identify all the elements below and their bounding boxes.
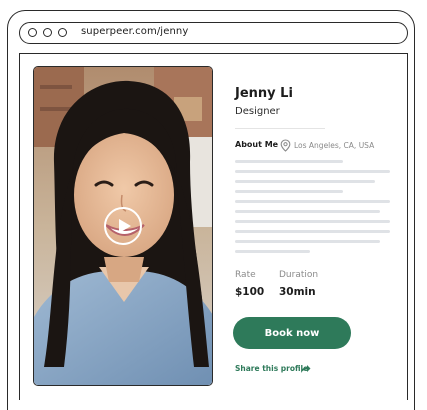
map-pin-icon (280, 139, 291, 152)
bio-placeholder-line (235, 160, 343, 163)
play-button[interactable] (104, 207, 142, 245)
url-text[interactable]: superpeer.com/jenny (81, 26, 188, 37)
window-dot-minimize[interactable] (43, 28, 52, 37)
bio-placeholder-line (235, 230, 390, 233)
rate-label: Rate (235, 270, 256, 280)
bio-placeholder-line (235, 200, 390, 203)
profile-name: Jenny Li (235, 86, 293, 101)
address-bar[interactable]: superpeer.com/jenny (19, 22, 408, 44)
divider (235, 128, 325, 129)
location-text: Los Angeles, CA, USA (294, 141, 375, 150)
bio-placeholder-line (235, 170, 390, 173)
bio-placeholder-line (235, 180, 375, 183)
bio-placeholder-line (235, 220, 390, 223)
play-icon (119, 219, 131, 233)
rate-value: $100 (235, 286, 265, 298)
duration-value: 30min (279, 286, 316, 298)
about-me-label[interactable]: About Me (235, 140, 278, 149)
share-profile-link[interactable]: Share this profile (235, 364, 308, 373)
bio-placeholder-line (235, 210, 380, 213)
bio-placeholder-line (235, 190, 343, 193)
bio-placeholder-line (235, 240, 380, 243)
window-dot-close[interactable] (28, 28, 37, 37)
share-arrow-icon[interactable] (300, 364, 311, 374)
window-dot-maximize[interactable] (58, 28, 67, 37)
bio-placeholder-line (235, 250, 310, 253)
profile-role: Designer (235, 106, 280, 117)
duration-label: Duration (279, 270, 319, 280)
book-now-button[interactable]: Book now (233, 317, 351, 349)
